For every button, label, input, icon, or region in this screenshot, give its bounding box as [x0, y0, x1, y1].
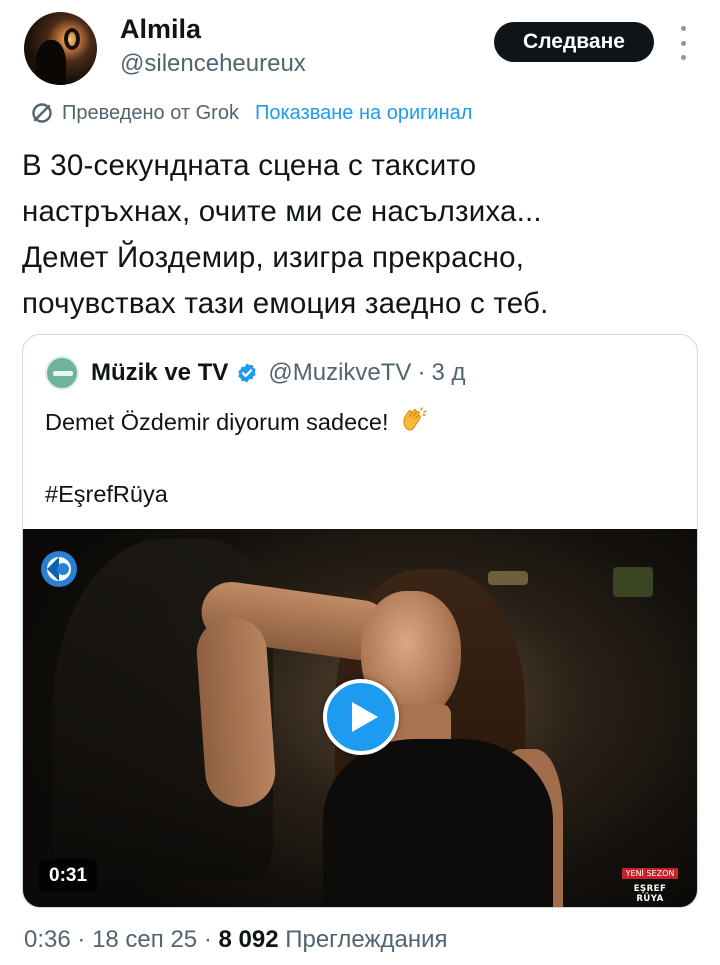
quoted-author-avatar[interactable] — [45, 356, 79, 390]
separator-dot: · — [203, 926, 212, 953]
separator-dot: · — [77, 926, 86, 953]
views-label: Преглеждания — [285, 926, 448, 953]
post-text-line: почувствах тази емоция заедно с теб. — [22, 287, 549, 320]
video-duration: 0:31 — [39, 859, 98, 893]
quoted-author-name[interactable]: Müzik ve TV — [91, 359, 228, 387]
translate-icon — [32, 103, 52, 123]
video-frame-light — [613, 567, 653, 597]
play-icon — [352, 702, 378, 732]
post-meta: 0:36 · 18 сеп 25 · 8 092 Преглеждания — [24, 926, 448, 954]
video-frame-light — [488, 571, 528, 585]
quoted-post-text: Demet Özdemir diyorum sadece! — [45, 405, 427, 439]
post-text-line: В 30-секундната сцена с таксито — [22, 149, 477, 182]
verified-badge-icon — [238, 363, 257, 383]
quoted-post[interactable]: Müzik ve TV @MuzikveTV · 3 д Demet Özdem… — [22, 334, 698, 908]
author-handle[interactable]: @silenceheureux — [120, 50, 306, 78]
translated-by-label: Преведено от Grok — [62, 101, 239, 124]
post-text: В 30-секундната сцена с таксито настръхн… — [22, 143, 702, 327]
video-player[interactable]: 0:31 YENİ SEZON EŞREF RÜYA — [23, 529, 697, 907]
video-frame-top — [323, 739, 553, 907]
follow-button[interactable]: Следване — [494, 22, 654, 62]
post-time[interactable]: 0:36 — [24, 926, 71, 953]
show-logo-badge: YENİ SEZON EŞREF RÜYA — [619, 861, 681, 904]
author-name[interactable]: Almila — [120, 14, 201, 45]
post-header: Almila @silenceheureux Следване — [0, 0, 720, 95]
quoted-hashtag[interactable]: #EşrefRüya — [45, 481, 168, 508]
post-text-line: настръхнах, очите ми се насълзиха... — [22, 195, 542, 228]
author-avatar[interactable] — [24, 12, 97, 85]
translation-bar: Преведено от Grok Показване на оригинал — [30, 98, 472, 128]
quoted-post-header: Müzik ve TV @MuzikveTV · 3 д — [45, 355, 465, 391]
show-original-link[interactable]: Показване на оригинал — [255, 102, 472, 125]
video-frame-arm — [194, 614, 278, 810]
play-button[interactable] — [323, 679, 399, 755]
post-date[interactable]: 18 сеп 25 — [92, 926, 197, 953]
channel-logo-icon — [41, 551, 77, 587]
views-count: 8 092 — [218, 926, 279, 953]
quoted-post-time[interactable]: 3 д — [431, 359, 465, 387]
quoted-text-content: Demet Özdemir diyorum sadece! — [45, 409, 389, 435]
quoted-author-handle[interactable]: @MuzikveTV — [268, 359, 411, 387]
clapping-hands-emoji — [403, 407, 427, 431]
more-options-icon[interactable] — [674, 26, 692, 60]
badge-season-label: YENİ SEZON — [621, 868, 679, 879]
badge-show-title: EŞREF RÜYA — [633, 884, 667, 904]
separator-dot: · — [417, 359, 426, 386]
post-text-line: Демет Йоздемир, изигра прекрасно, — [22, 241, 525, 274]
